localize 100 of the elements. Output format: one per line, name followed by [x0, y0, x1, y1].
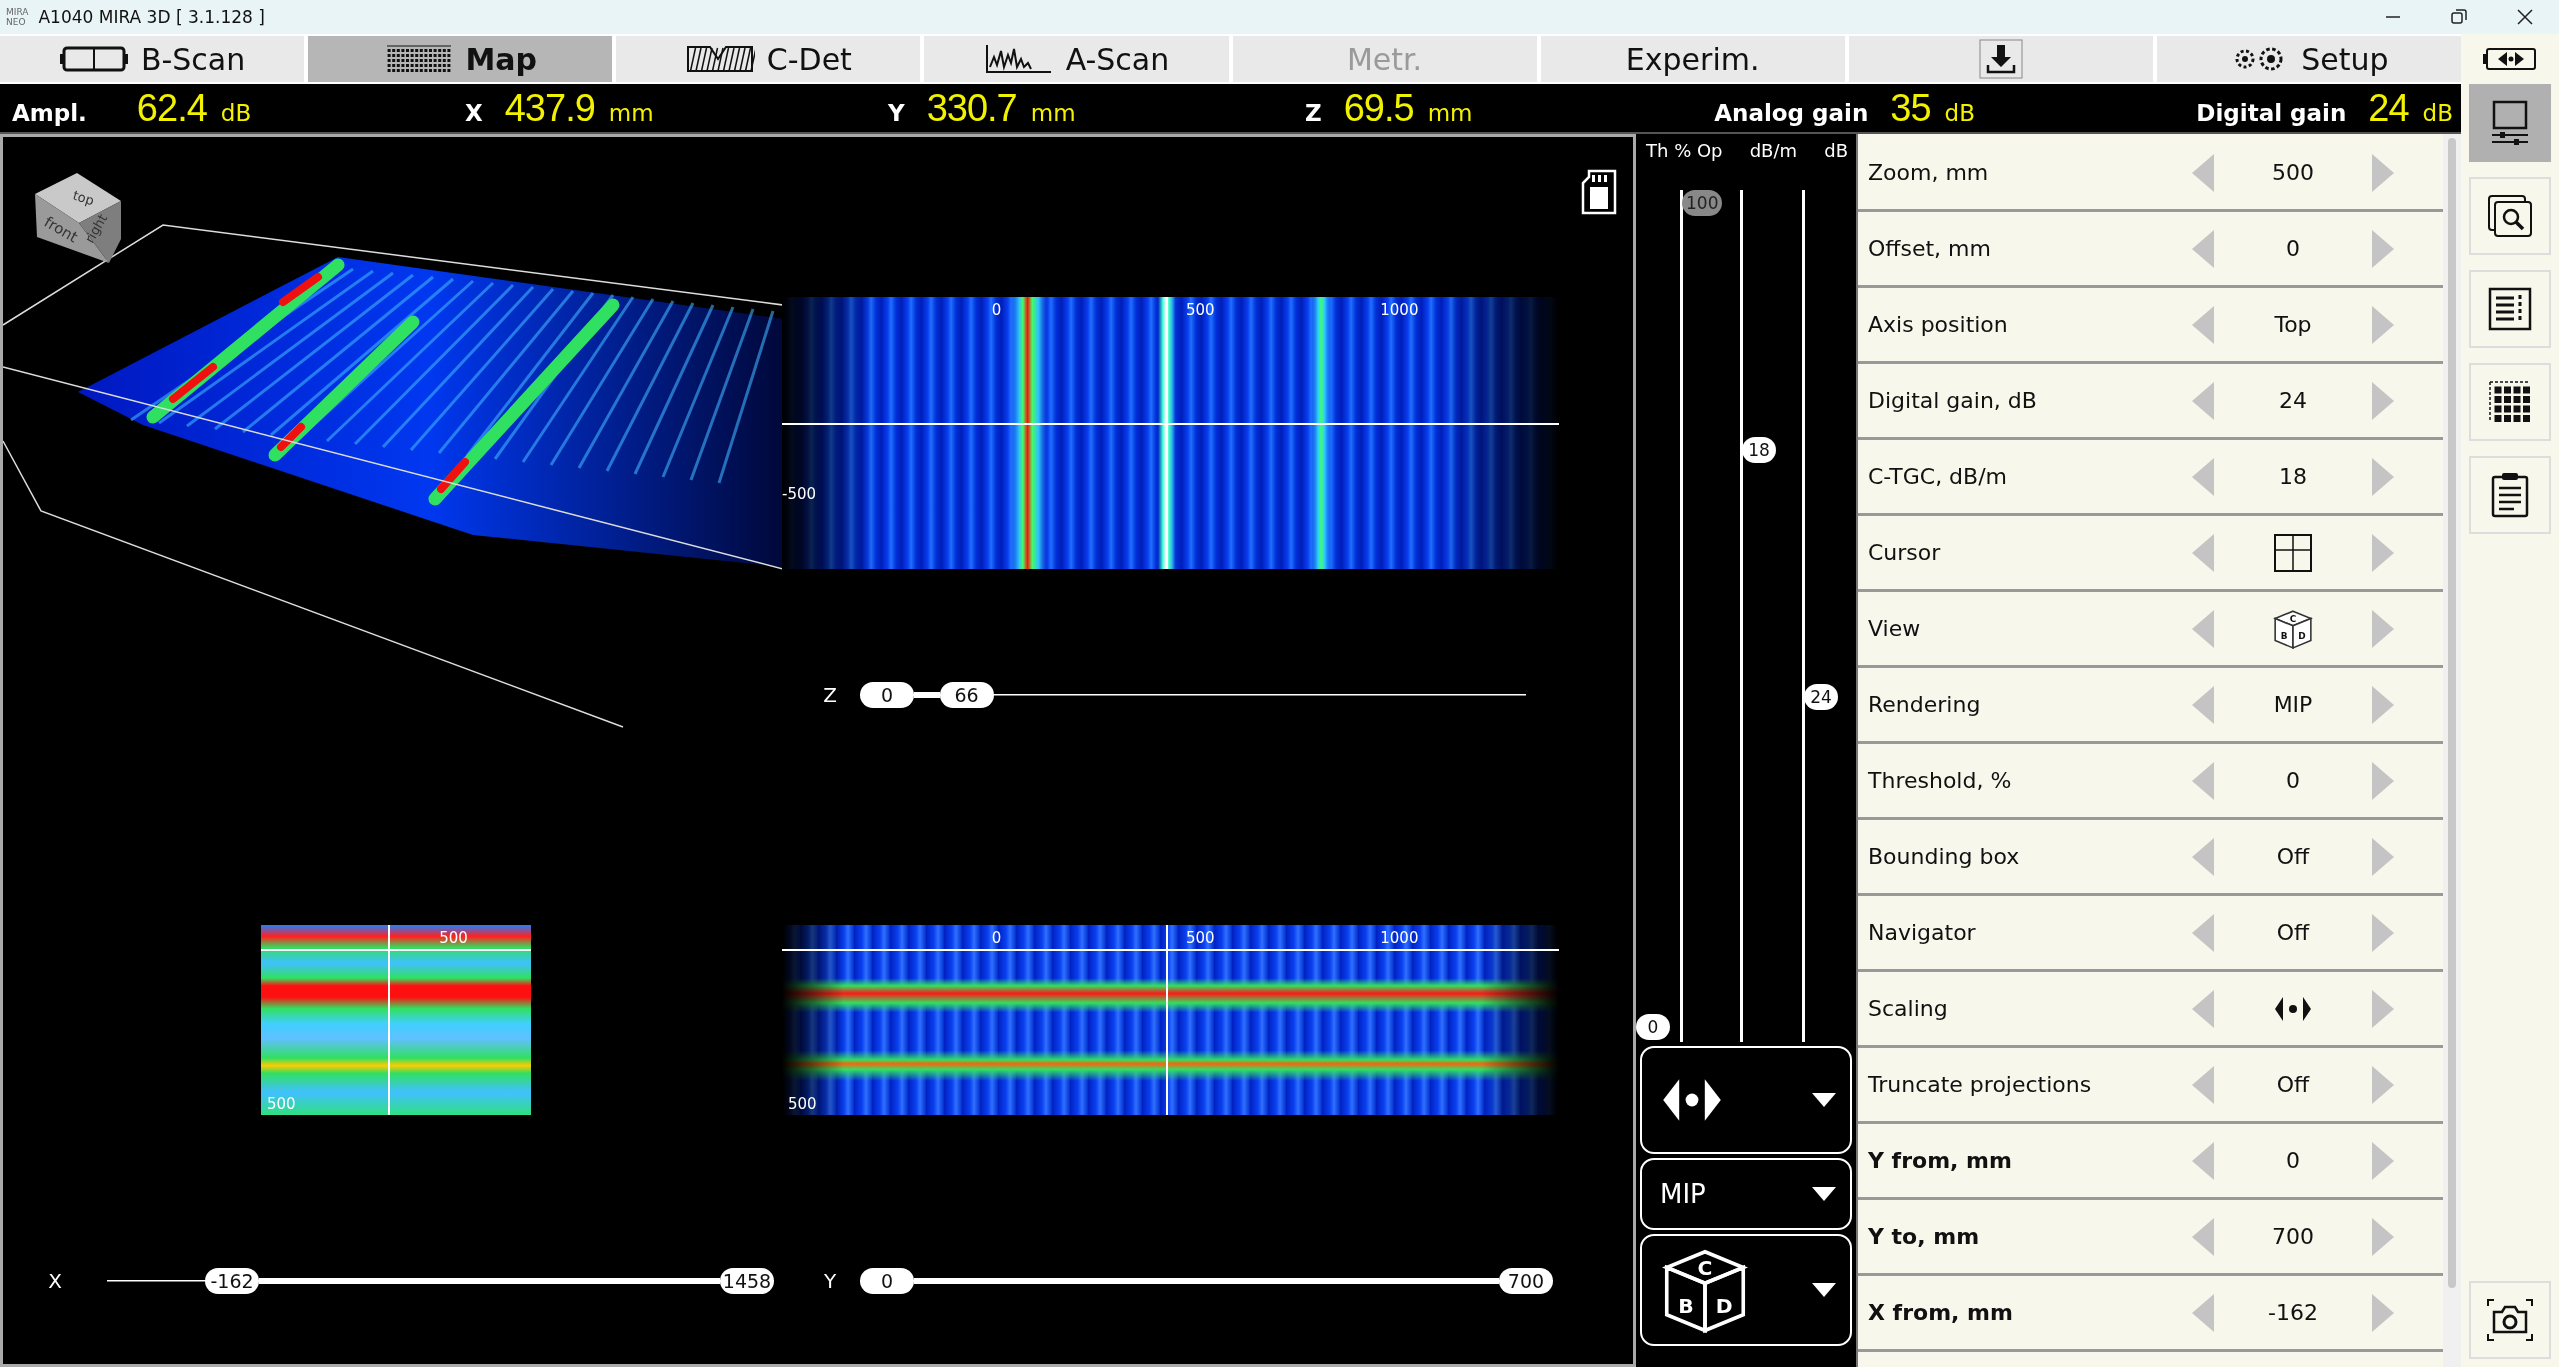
setting-value: MIP	[2273, 692, 2313, 717]
caret-icon	[1812, 1093, 1836, 1107]
setting-label: Truncate projections	[1867, 1072, 2093, 1097]
clipboard-icon	[2490, 472, 2530, 518]
dropdown[interactable]	[1640, 1046, 1852, 1154]
slider-thumb[interactable]: 0	[1636, 1014, 1670, 1040]
readout-value: 330.7	[926, 86, 1017, 130]
slider-header: dB	[1824, 140, 1848, 163]
slider-thumb[interactable]: 24	[1804, 684, 1838, 711]
setting-value: Off	[2276, 844, 2310, 869]
caret-icon	[1812, 1283, 1836, 1297]
range-slider-track[interactable]: 0 700	[860, 1268, 1553, 1294]
crosshair-grid-icon	[2274, 533, 2312, 572]
range-slider-track[interactable]: 0 66	[860, 682, 1526, 708]
setting-label: Y to, mm	[1867, 1224, 1981, 1249]
tab[interactable]: B-Scan	[0, 36, 305, 82]
setting-value: Off	[2276, 1072, 2310, 1097]
sidebar-button[interactable]	[2469, 456, 2551, 534]
tab[interactable]: Experim.	[1540, 36, 1845, 82]
memory-card-icon[interactable]	[1581, 169, 1617, 215]
slider-header: Th % Op	[1646, 140, 1723, 163]
grid-icon	[2488, 380, 2532, 424]
readout-unit: mm	[1427, 99, 1473, 126]
slider-header: dB/m	[1749, 140, 1798, 163]
download-icon	[1978, 39, 2023, 79]
axis-tick-label: 500	[1186, 929, 1215, 947]
sidebar-button[interactable]	[2469, 270, 2551, 348]
setting-label: X from, mm	[1867, 1300, 2014, 1325]
setting-label: Threshold, %	[1867, 768, 2013, 793]
slider-thumb[interactable]: 1458	[720, 1268, 774, 1294]
setting-value: 0	[2286, 768, 2300, 793]
readout-label: Ampl.	[12, 99, 87, 126]
setting-label: C-TGC, dB/m	[1867, 464, 2008, 489]
readout-value: 35	[1890, 86, 1931, 130]
setting-label: View	[1867, 616, 1922, 641]
axis-label: X	[47, 1269, 63, 1293]
battery-arrows-icon[interactable]	[2482, 46, 2538, 72]
setting-label: Zoom, mm	[1867, 160, 1990, 185]
window-title: A1040 MIRA 3D [ 3.1.128 ]	[38, 7, 265, 27]
axis-tick-label: 0	[991, 301, 1002, 319]
setting-value: Off	[2276, 920, 2310, 945]
b-scan-heatmap[interactable]: 0 500 1000 500	[782, 925, 1559, 1115]
setting-value: 0	[2286, 1148, 2300, 1173]
readout-label: Analog gain	[1714, 99, 1869, 126]
axis-label: Z	[822, 683, 838, 707]
readout-unit: mm	[1030, 99, 1076, 126]
axis-tick-label: 500	[439, 929, 468, 947]
restore-icon[interactable]	[2449, 7, 2469, 27]
axis-tick-label: 500	[1186, 301, 1215, 319]
axis-label: Y	[822, 1269, 838, 1293]
axis-tick-label: 500	[267, 1095, 296, 1113]
tab[interactable]	[1848, 36, 2153, 82]
d-scan-heatmap[interactable]: 500 500	[261, 925, 531, 1115]
waveform-icon	[983, 43, 1054, 75]
sidebar-button[interactable]	[2469, 84, 2551, 162]
range-slider-track[interactable]: -162 1458	[107, 1268, 774, 1294]
sidebar-button[interactable]	[2469, 363, 2551, 441]
setting-value: 500	[2272, 160, 2314, 185]
setting-label: Cursor	[1867, 540, 1942, 565]
scrollbar[interactable]	[2443, 134, 2461, 1367]
readout-value: 437.9	[504, 86, 595, 130]
search-icon	[2487, 194, 2533, 238]
dropdown[interactable]: MIP	[1640, 1158, 1852, 1230]
sidebar-button[interactable]	[2469, 177, 2551, 255]
close-icon[interactable]	[2515, 7, 2535, 27]
readout-unit: mm	[608, 99, 654, 126]
setting-value: 18	[2279, 464, 2307, 489]
readout-label: Z	[1305, 99, 1322, 126]
camera-icon	[2486, 1298, 2534, 1342]
readout-label: Y	[888, 99, 905, 126]
readout-value: 62.4	[136, 86, 207, 130]
slider-thumb[interactable]: 0	[860, 682, 914, 708]
tab[interactable]: Setup	[2156, 36, 2461, 82]
axis-tick-label: 1000	[1380, 301, 1419, 319]
slider-thumb[interactable]: -162	[205, 1268, 260, 1294]
slider-thumb[interactable]: 66	[939, 682, 994, 708]
setting-label: Scaling	[1867, 996, 1949, 1021]
axis-tick-label: 500	[788, 1095, 817, 1113]
slider-thumb[interactable]: 100	[1682, 190, 1723, 216]
tab[interactable]: A-Scan	[924, 36, 1229, 82]
tab[interactable]: C-Det	[616, 36, 921, 82]
setting-label: Navigator	[1867, 920, 1977, 945]
slider-thumb[interactable]: 0	[860, 1268, 914, 1294]
list-icon	[2488, 287, 2532, 331]
cursor-line[interactable]	[387, 925, 390, 1115]
setting-label: Bounding box	[1867, 844, 2021, 869]
screenshot-button[interactable]	[2469, 1281, 2551, 1359]
caret-icon	[1812, 1187, 1836, 1201]
axis-tick-label: -500	[782, 485, 817, 503]
slider-thumb[interactable]: 700	[1499, 1268, 1553, 1294]
readout-unit: dB	[1944, 99, 1975, 126]
dropdown[interactable]: C B D	[1640, 1234, 1852, 1346]
tab[interactable]: Map	[308, 36, 613, 82]
readout-value: 69.5	[1343, 86, 1414, 130]
readout-value: 24	[2368, 86, 2409, 130]
slider-thumb[interactable]: 18	[1742, 437, 1776, 464]
setting-value: Top	[2274, 312, 2312, 337]
axis-tick-label: 0	[991, 929, 1002, 947]
setting-label: Offset, mm	[1867, 236, 1992, 261]
cursor-line[interactable]	[1165, 925, 1168, 1115]
